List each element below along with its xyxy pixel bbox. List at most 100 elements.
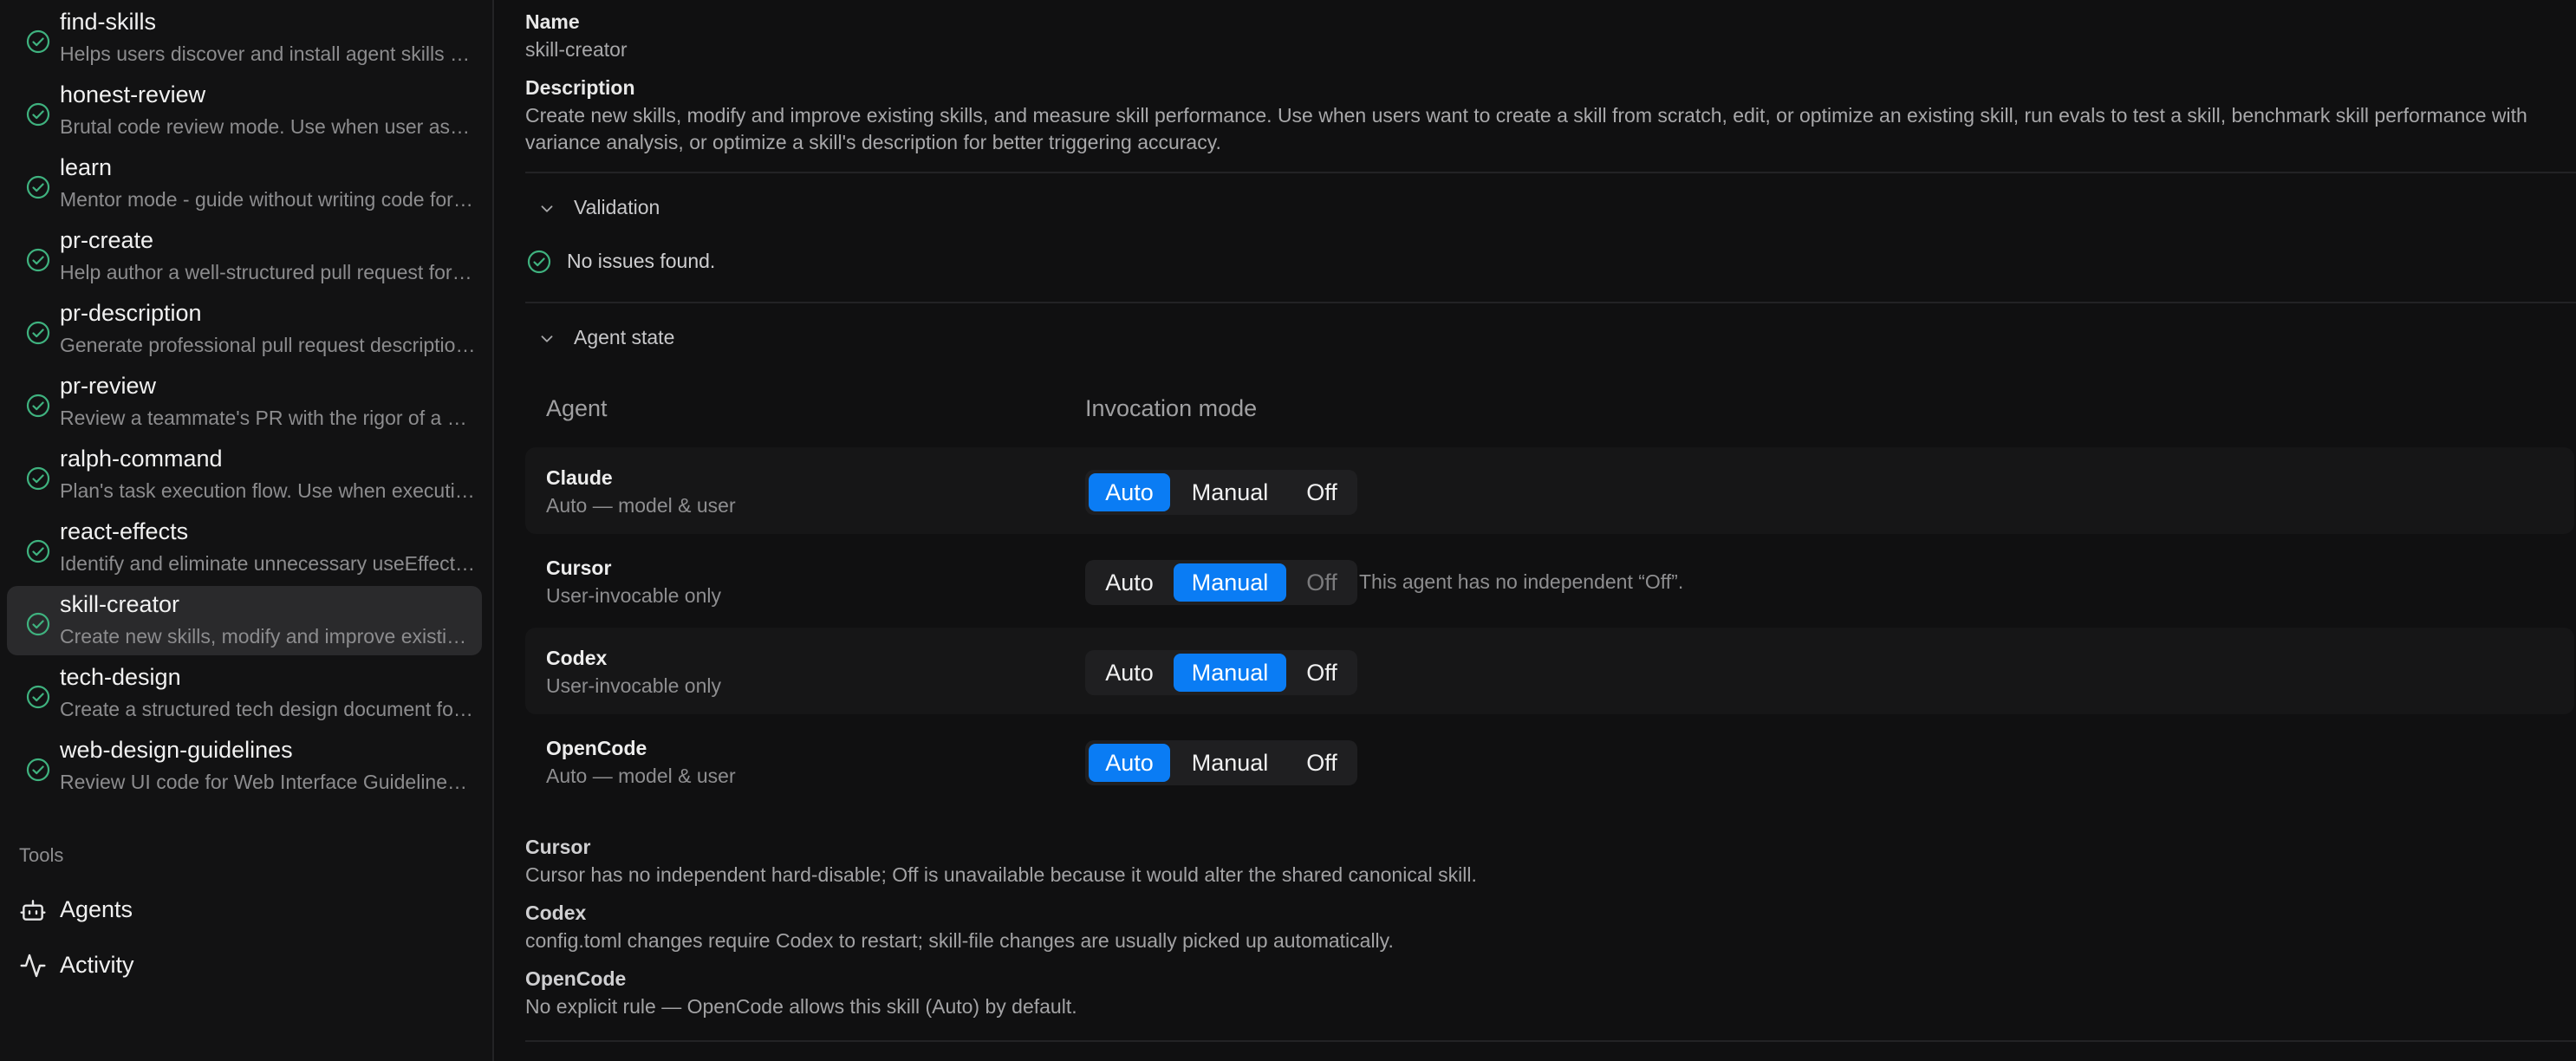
agent-name: OpenCode bbox=[546, 737, 647, 759]
skill-name: web-design-guidelines bbox=[60, 737, 293, 763]
mode-off-button: Off bbox=[1306, 570, 1337, 596]
skill-description: Create a structured tech design document… bbox=[60, 698, 476, 720]
check-circle-icon bbox=[26, 758, 50, 782]
sidebar-item-web-design-guidelines[interactable]: web-design-guidelines Review UI code for … bbox=[7, 732, 482, 801]
invocation-mode-toggle: Auto Manual Off bbox=[1085, 650, 1357, 695]
skill-description: Brutal code review mode. Use when user a… bbox=[60, 115, 476, 138]
invocation-mode-toggle: Auto Manual Off bbox=[1085, 470, 1357, 515]
skill-name: find-skills bbox=[60, 9, 157, 35]
activity-icon bbox=[20, 954, 46, 978]
skill-description: Create new skills, modify and improve ex… bbox=[60, 625, 476, 648]
check-circle-icon bbox=[26, 102, 50, 127]
sidebar-item-pr-description[interactable]: pr-description Generate professional pull… bbox=[7, 295, 482, 364]
skill-name: learn bbox=[60, 154, 113, 180]
note-label: Cursor bbox=[525, 836, 591, 858]
column-header-invocation-mode: Invocation mode bbox=[1085, 395, 1258, 421]
agent-row-codex: Codex User-invocable only Auto Manual Off bbox=[525, 628, 2574, 714]
sidebar-item-activity[interactable]: Activity bbox=[7, 941, 482, 990]
note-label: OpenCode bbox=[525, 967, 627, 990]
note-text: Cursor has no independent hard-disable; … bbox=[525, 863, 1477, 886]
check-circle-icon bbox=[26, 685, 50, 709]
sidebar-item-pr-create[interactable]: pr-create Help author a well-structured p… bbox=[7, 222, 482, 291]
agent-row-claude: Claude Auto — model & user Auto Manual Off bbox=[525, 447, 2574, 534]
invocation-mode-toggle: Auto Manual Off bbox=[1085, 740, 1357, 785]
note-label: Codex bbox=[525, 902, 587, 924]
column-header-agent: Agent bbox=[546, 395, 608, 421]
skill-description: Helps users discover and install agent s… bbox=[60, 42, 476, 65]
mode-auto-button[interactable]: Auto bbox=[1089, 473, 1170, 511]
skill-name: pr-review bbox=[60, 373, 157, 399]
sidebar-item-label: Agents bbox=[60, 896, 133, 922]
name-label: Name bbox=[525, 10, 580, 33]
check-circle-icon bbox=[26, 175, 50, 199]
divider bbox=[525, 302, 2576, 303]
agent-name: Codex bbox=[546, 647, 608, 669]
sidebar-item-label: Activity bbox=[60, 952, 134, 978]
check-circle-icon bbox=[26, 248, 50, 272]
sidebar-item-pr-review[interactable]: pr-review Review a teammate's PR with the… bbox=[7, 368, 482, 437]
divider bbox=[525, 172, 2576, 173]
agent-mode-summary: User-invocable only bbox=[546, 674, 721, 697]
check-circle-icon bbox=[527, 250, 551, 274]
mode-off-button[interactable]: Off bbox=[1291, 744, 1352, 782]
mode-manual-button[interactable]: Manual bbox=[1174, 473, 1286, 511]
invocation-mode-toggle: Auto Manual Off bbox=[1085, 560, 1357, 605]
skill-name: react-effects bbox=[60, 518, 189, 544]
agent-row-opencode: OpenCode Auto — model & user Auto Manual Off bbox=[525, 718, 2574, 804]
agent-row-cursor: Cursor User-invocable only Auto Manual Off Th… bbox=[525, 537, 2574, 624]
sidebar-item-react-effects[interactable]: react-effects Identify and eliminate unne… bbox=[7, 513, 482, 583]
sidebar-item-skill-creator[interactable]: skill-creator Create new skills, modify a… bbox=[7, 586, 482, 655]
chevron-down-icon bbox=[541, 205, 553, 212]
agent-row-note: This agent has no independent “Off”. bbox=[1359, 570, 1684, 593]
mode-auto-button[interactable]: Auto bbox=[1089, 654, 1170, 692]
sidebar-item-tech-design[interactable]: tech-design Create a structured tech desi… bbox=[7, 659, 482, 728]
sidebar-item-find-skills[interactable]: find-skills Helps users discover and inst… bbox=[7, 3, 482, 73]
agent-mode-summary: Auto — model & user bbox=[546, 765, 736, 787]
check-circle-icon bbox=[26, 466, 50, 491]
skill-description: Review a teammate's PR with the rigor of… bbox=[60, 407, 476, 429]
skill-description: Help author a well-structured pull reque… bbox=[60, 261, 476, 283]
note-text: config.toml changes require Codex to res… bbox=[525, 929, 1394, 952]
skill-description: Identify and eliminate unnecessary useEf… bbox=[60, 552, 476, 575]
check-circle-icon bbox=[26, 321, 50, 345]
sidebar: find-skills Helps users discover and inst… bbox=[0, 0, 494, 1061]
divider bbox=[525, 1040, 2576, 1042]
skill-description: Plan's task execution flow. Use when exe… bbox=[60, 479, 476, 502]
description-label: Description bbox=[525, 76, 635, 99]
skill-detail-panel: Name skill-creator Description Create ne… bbox=[496, 0, 2576, 1061]
tools-heading: Tools bbox=[19, 844, 64, 866]
agent-mode-summary: Auto — model & user bbox=[546, 494, 736, 517]
agent-name: Claude bbox=[546, 466, 613, 489]
skill-name: skill-creator bbox=[60, 591, 180, 617]
validation-title: Validation bbox=[574, 196, 660, 218]
sidebar-item-learn[interactable]: learn Mentor mode - guide without writing… bbox=[7, 149, 482, 218]
check-circle-icon bbox=[26, 29, 50, 54]
mode-manual-button[interactable]: Manual bbox=[1174, 744, 1286, 782]
skill-description: Review UI code for Web Interface Guideli… bbox=[60, 771, 476, 793]
check-circle-icon bbox=[26, 612, 50, 636]
app-window: find-skills Helps users discover and inst… bbox=[0, 0, 2576, 1061]
mode-auto-button[interactable]: Auto bbox=[1089, 563, 1170, 602]
sidebar-item-ralph-command[interactable]: ralph-command Plan's task execution flow.… bbox=[7, 440, 482, 510]
chevron-down-icon bbox=[541, 335, 553, 342]
skill-description: Generate professional pull request descr… bbox=[60, 334, 476, 356]
skill-name: pr-create bbox=[60, 227, 154, 253]
validation-message: No issues found. bbox=[567, 250, 716, 272]
robot-icon bbox=[20, 900, 46, 921]
mode-manual-button[interactable]: Manual bbox=[1174, 563, 1286, 602]
skill-name: honest-review bbox=[60, 81, 206, 107]
skill-description: Mentor mode - guide without writing code… bbox=[60, 188, 476, 211]
mode-off-button[interactable]: Off bbox=[1291, 473, 1352, 511]
mode-off-button[interactable]: Off bbox=[1291, 654, 1352, 692]
sidebar-item-honest-review[interactable]: honest-review Brutal code review mode. Us… bbox=[7, 76, 482, 146]
sidebar-item-agents[interactable]: Agents bbox=[7, 886, 482, 934]
mode-manual-button[interactable]: Manual bbox=[1174, 654, 1286, 692]
skill-name: tech-design bbox=[60, 664, 181, 690]
skill-name: ralph-command bbox=[60, 446, 223, 472]
description-value: Create new skills, modify and improve ex… bbox=[525, 104, 2527, 153]
skill-name: pr-description bbox=[60, 300, 202, 326]
agent-mode-summary: User-invocable only bbox=[546, 584, 721, 607]
check-circle-icon bbox=[26, 394, 50, 418]
mode-auto-button[interactable]: Auto bbox=[1089, 744, 1170, 782]
note-text: No explicit rule — OpenCode allows this … bbox=[525, 995, 1077, 1018]
